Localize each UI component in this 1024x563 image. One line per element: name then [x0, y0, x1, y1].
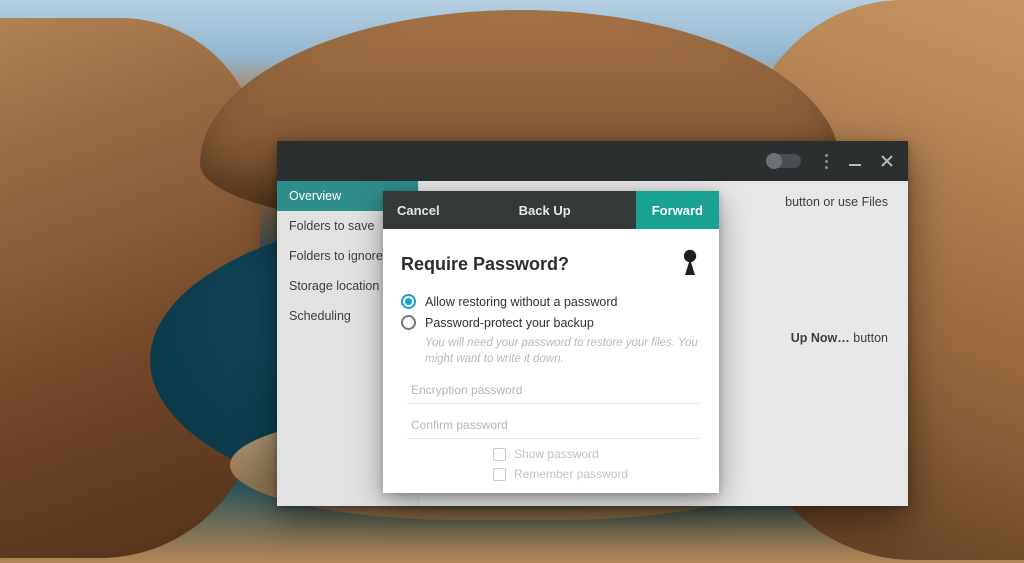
window-titlebar: [277, 141, 908, 181]
dialog-heading-row: Require Password?: [401, 247, 701, 282]
backup-password-dialog: Cancel Back Up Forward Require Password?…: [383, 191, 719, 493]
remember-password-label: Remember password: [514, 467, 628, 481]
password-hint: You will need your password to restore y…: [425, 336, 701, 367]
cancel-button[interactable]: Cancel: [383, 191, 454, 229]
show-password-label: Show password: [514, 447, 599, 461]
show-password-checkbox[interactable]: Show password: [493, 447, 701, 461]
checkbox-indicator: [493, 448, 506, 461]
toggle-switch[interactable]: [767, 154, 801, 168]
encryption-password-input[interactable]: [407, 377, 701, 404]
keyhole-icon: [679, 247, 701, 282]
dialog-header: Cancel Back Up Forward: [383, 191, 719, 229]
forward-button[interactable]: Forward: [636, 191, 719, 229]
content-text-post: button: [850, 331, 888, 345]
content-text-fragment-2: Up Now… button: [791, 331, 888, 345]
minimize-button[interactable]: [844, 150, 866, 172]
radio-allow-label: Allow restoring without a password: [425, 295, 617, 309]
radio-allow-restoring[interactable]: Allow restoring without a password: [401, 294, 701, 309]
confirm-password-field: [407, 412, 701, 439]
confirm-password-input[interactable]: [407, 412, 701, 439]
radio-indicator: [401, 315, 416, 330]
checkbox-indicator: [493, 468, 506, 481]
dialog-title: Back Up: [454, 203, 636, 218]
menu-dots-icon[interactable]: [819, 150, 834, 173]
dialog-heading: Require Password?: [401, 254, 569, 275]
close-button[interactable]: [876, 150, 898, 172]
close-icon: [880, 154, 894, 168]
dialog-body: Require Password? Allow restoring withou…: [383, 229, 719, 491]
desktop-wallpaper: Overview Folders to save Folders to igno…: [0, 0, 1024, 563]
radio-password-protect[interactable]: Password-protect your backup: [401, 315, 701, 330]
content-text-bold: Up Now…: [791, 331, 850, 345]
radio-indicator-checked: [401, 294, 416, 309]
remember-password-checkbox[interactable]: Remember password: [493, 467, 701, 481]
encryption-password-field: [407, 377, 701, 404]
content-text-fragment-1: button or use Files: [785, 195, 888, 209]
radio-protect-label: Password-protect your backup: [425, 316, 594, 330]
minimize-icon: [848, 154, 862, 168]
